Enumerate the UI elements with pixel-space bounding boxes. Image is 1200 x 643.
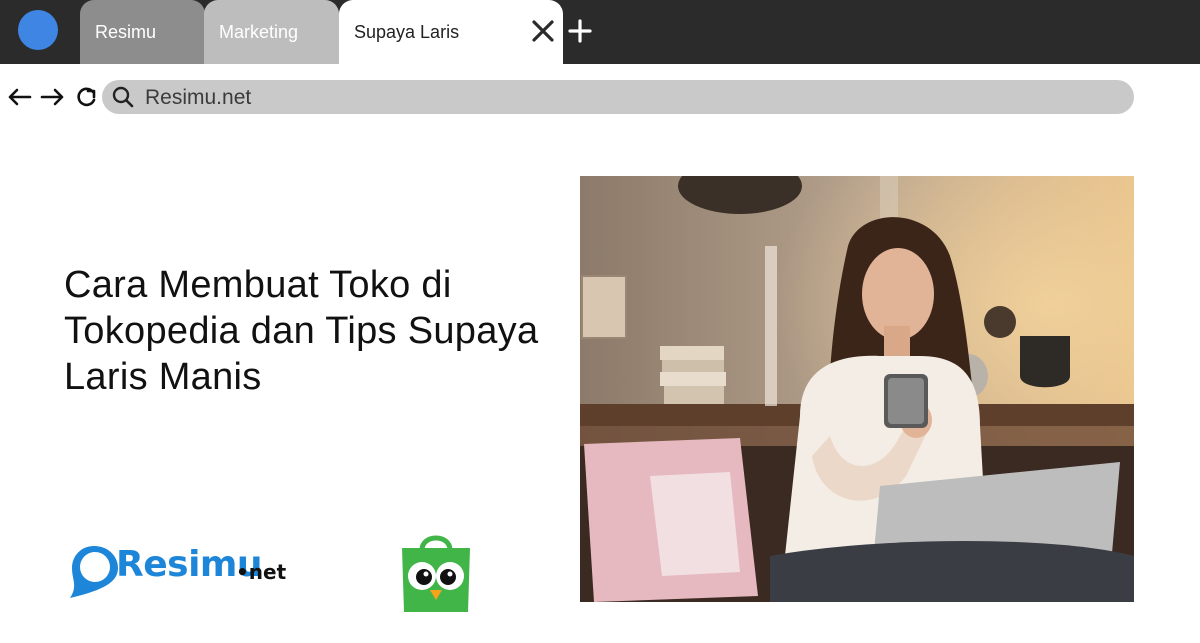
address-bar[interactable]: Resimu.net bbox=[102, 80, 1134, 114]
tokopedia-logo bbox=[402, 535, 470, 612]
tab-marketing[interactable]: Marketing bbox=[204, 0, 339, 64]
arrow-right-icon[interactable] bbox=[40, 86, 66, 108]
brand-suffix: •net bbox=[236, 560, 287, 584]
close-icon[interactable] bbox=[530, 18, 556, 44]
arrow-left-icon[interactable] bbox=[6, 86, 32, 108]
tab-label: Supaya Laris bbox=[354, 21, 460, 42]
resimu-logo: Resimu •net bbox=[64, 540, 294, 604]
tab-resimu[interactable]: Resimu bbox=[80, 0, 205, 64]
tab-bar: Resimu Marketing Supaya Laris bbox=[0, 0, 1200, 64]
url-text[interactable]: Resimu.net bbox=[145, 86, 251, 110]
tab-label: Resimu bbox=[95, 21, 157, 42]
reload-icon[interactable] bbox=[74, 86, 100, 108]
location-pin-icon bbox=[70, 546, 118, 598]
tab-label: Marketing bbox=[219, 21, 299, 42]
plus-icon[interactable] bbox=[568, 18, 592, 44]
brand-suffix-text: net bbox=[248, 560, 287, 584]
search-icon bbox=[112, 86, 134, 108]
profile-icon[interactable] bbox=[18, 10, 58, 50]
woman-using-smartphone-image bbox=[580, 176, 1134, 602]
page-title: Cara Membuat Toko di Tokopedia dan Tips … bbox=[64, 264, 539, 398]
